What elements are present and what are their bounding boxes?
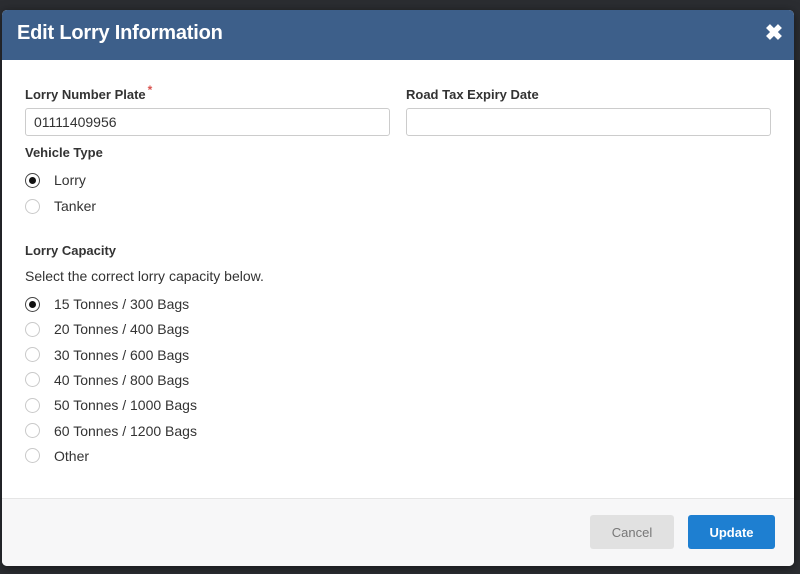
plate-input[interactable] — [25, 108, 390, 136]
modal-header: Edit Lorry Information ✖ — [2, 10, 794, 60]
capacity-option[interactable]: 40 Tonnes / 800 Bags — [25, 370, 189, 390]
capacity-radio[interactable] — [25, 448, 40, 464]
vehicle-type-label: Vehicle Type — [25, 145, 103, 160]
vehicle-type-option-label: Tanker — [54, 198, 97, 214]
capacity-option[interactable]: 15 Tonnes / 300 Bags — [25, 294, 189, 314]
capacity-radio[interactable] — [25, 423, 40, 438]
capacity-option[interactable]: 20 Tonnes / 400 Bags — [25, 319, 189, 339]
vehicle-type-option[interactable]: Tanker — [25, 196, 96, 216]
capacity-label: Lorry Capacity — [25, 243, 117, 258]
vehicle-type-option[interactable]: Lorry — [25, 170, 86, 190]
capacity-radio[interactable] — [25, 347, 40, 363]
capacity-radio[interactable] — [25, 321, 40, 337]
capacity-option-label: 60 Tonnes / 1200 Bags — [54, 422, 197, 439]
vehicle-type-option-label: Lorry — [54, 172, 86, 188]
capacity-option-label: 30 Tonnes / 600 Bags — [54, 346, 190, 363]
close-icon[interactable]: ✖ — [764, 22, 784, 44]
road-tax-date-input[interactable] — [406, 108, 771, 136]
required-mark: * — [147, 83, 153, 97]
modal-body: Lorry Number Plate* Road Tax Expiry Date… — [2, 60, 794, 498]
capacity-option[interactable]: 50 Tonnes / 1000 Bags — [25, 395, 197, 415]
vehicle-type-radio[interactable] — [25, 172, 40, 188]
capacity-radio[interactable] — [25, 372, 40, 388]
cancel-button[interactable]: Cancel — [590, 515, 674, 549]
backdrop — [794, 60, 800, 500]
edit-lorry-modal: Edit Lorry Information ✖ Lorry Number Pl… — [2, 10, 794, 566]
capacity-option-label: 40 Tonnes / 800 Bags — [54, 371, 190, 388]
capacity-help-text: Select the correct lorry capacity below. — [25, 268, 264, 284]
capacity-option-label: 50 Tonnes / 1000 Bags — [54, 397, 197, 414]
capacity-option[interactable]: 60 Tonnes / 1200 Bags — [25, 421, 197, 441]
plate-label-text: Lorry Number Plate — [25, 87, 146, 102]
update-button[interactable]: Update — [688, 515, 775, 549]
modal-title: Edit Lorry Information — [17, 22, 223, 44]
capacity-option[interactable]: Other — [25, 446, 89, 466]
road-tax-label: Road Tax Expiry Date — [406, 87, 539, 102]
capacity-option-label: Other — [54, 447, 90, 464]
capacity-option[interactable]: 30 Tonnes / 600 Bags — [25, 345, 189, 365]
capacity-radio[interactable] — [25, 296, 40, 312]
capacity-option-label: 15 Tonnes / 300 Bags — [54, 296, 190, 312]
capacity-radio[interactable] — [25, 397, 40, 413]
modal-footer: Cancel Update — [2, 498, 794, 566]
vehicle-type-radio[interactable] — [25, 198, 40, 214]
plate-label: Lorry Number Plate * — [25, 83, 152, 102]
capacity-option-label: 20 Tonnes / 400 Bags — [54, 321, 190, 338]
